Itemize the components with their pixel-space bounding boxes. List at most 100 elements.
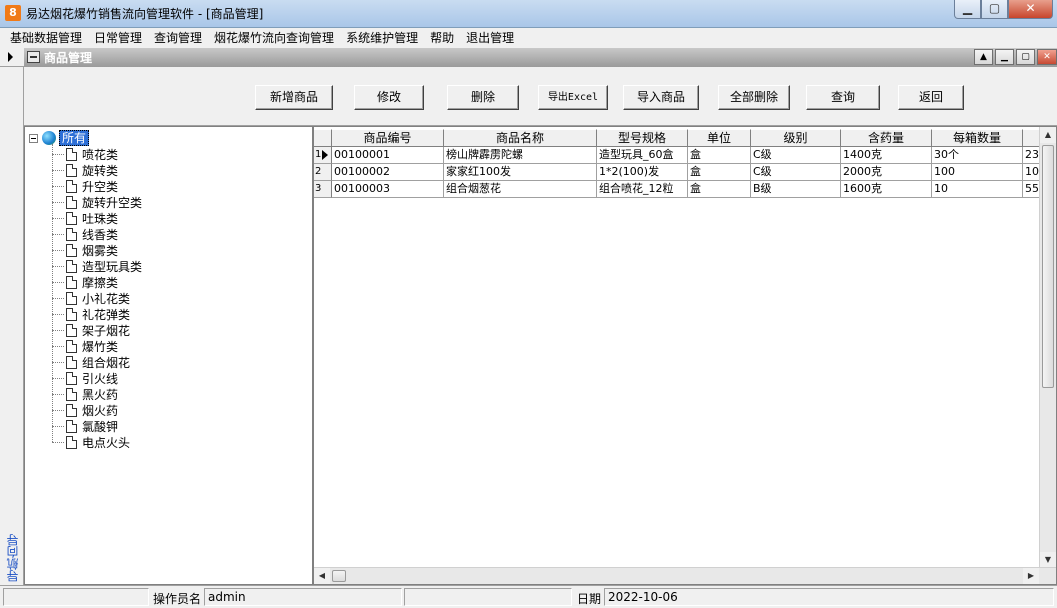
column-header[interactable]: 型号规格 xyxy=(597,129,688,147)
table-row[interactable]: 2 00100002 家家红100发 1*2(100)发 盒 C级 2000克 … xyxy=(314,164,1041,181)
column-header[interactable]: 商品编号 xyxy=(332,129,444,147)
tree-root[interactable]: 所有 xyxy=(29,130,90,146)
category-tree[interactable]: 所有 喷花类 旋转类 升空类 旋转升空类 吐珠类 线香类 烟雾类 造型玩具类 摩… xyxy=(24,126,313,585)
row-indicator[interactable]: 1 xyxy=(314,147,332,164)
vertical-scroll-thumb[interactable] xyxy=(1042,145,1054,388)
menu-system[interactable]: 系统维护管理 xyxy=(340,28,424,48)
tree-item[interactable]: 烟雾类 xyxy=(52,242,118,258)
cell-unit[interactable]: 盒 xyxy=(688,164,751,181)
cell-per-box[interactable]: 30个 xyxy=(932,147,1023,164)
document-icon xyxy=(66,435,77,449)
horizontal-scroll-thumb[interactable] xyxy=(332,570,346,582)
close-button[interactable]: ✕ xyxy=(1008,0,1053,19)
tree-item[interactable]: 线香类 xyxy=(52,226,118,242)
cell-per-box[interactable]: 10 xyxy=(932,181,1023,198)
row-indicator[interactable]: 3 xyxy=(314,181,332,198)
column-header[interactable]: 单位 xyxy=(688,129,751,147)
minimize-button[interactable]: ▁ xyxy=(954,0,981,19)
tree-root-label[interactable]: 所有 xyxy=(59,130,90,146)
tree-item[interactable]: 旋转类 xyxy=(52,162,118,178)
expand-arrow-icon[interactable] xyxy=(8,52,13,62)
tree-item[interactable]: 引火线 xyxy=(52,370,118,386)
document-icon xyxy=(66,275,77,289)
cell-powder[interactable]: 1600克 xyxy=(841,181,932,198)
cell-name[interactable]: 家家红100发 xyxy=(444,164,597,181)
window-titlebar[interactable]: 8 易达烟花爆竹销售流向管理软件 - [商品管理] ▁ ▢ ✕ xyxy=(0,0,1057,28)
tree-item[interactable]: 组合烟花 xyxy=(52,354,130,370)
vertical-scrollbar[interactable]: ▲ ▼ xyxy=(1039,127,1056,568)
cell-code[interactable]: 00100003 xyxy=(332,181,444,198)
menu-query[interactable]: 查询管理 xyxy=(148,28,208,48)
tree-item[interactable]: 吐珠类 xyxy=(52,210,118,226)
menu-exit[interactable]: 退出管理 xyxy=(460,28,520,48)
cell-powder[interactable]: 1400克 xyxy=(841,147,932,164)
cell-unit[interactable]: 盒 xyxy=(688,147,751,164)
window-menu-icon[interactable] xyxy=(27,51,40,63)
tree-item[interactable]: 烟火药 xyxy=(52,402,118,418)
operator-label: 操作员名 xyxy=(153,592,202,606)
horizontal-scrollbar[interactable]: ◀ ▶ xyxy=(314,567,1056,584)
tree-item[interactable]: 升空类 xyxy=(52,178,118,194)
cell-name[interactable]: 组合烟葱花 xyxy=(444,181,597,198)
tree-item[interactable]: 电点火头 xyxy=(52,434,130,450)
cell-per-box[interactable]: 100 xyxy=(932,164,1023,181)
date-label: 日期 xyxy=(577,592,602,606)
menu-daily[interactable]: 日常管理 xyxy=(88,28,148,48)
tree-item[interactable]: 氯酸钾 xyxy=(52,418,118,434)
import-products-button[interactable]: 导入商品 xyxy=(623,85,699,110)
cell-unit[interactable]: 盒 xyxy=(688,181,751,198)
table-row[interactable]: 3 00100003 组合烟葱花 组合喷花_12粒 盒 B级 1600克 10 … xyxy=(314,181,1041,198)
delete-button[interactable]: 删除 xyxy=(447,85,519,110)
tree-item[interactable]: 黑火药 xyxy=(52,386,118,402)
cell-spec[interactable]: 组合喷花_12粒 xyxy=(597,181,688,198)
scroll-right-button[interactable]: ▶ xyxy=(1023,568,1039,584)
scroll-down-button[interactable]: ▼ xyxy=(1040,552,1056,568)
cell-powder[interactable]: 2000克 xyxy=(841,164,932,181)
delete-all-button[interactable]: 全部删除 xyxy=(718,85,790,110)
column-header[interactable]: 含药量 xyxy=(841,129,932,147)
cell-code[interactable]: 00100002 xyxy=(332,164,444,181)
date-value: 2022-10-06 xyxy=(604,588,1054,606)
document-icon xyxy=(66,323,77,337)
column-header[interactable]: 商品名称 xyxy=(444,129,597,147)
child-maximize-button[interactable]: ▢ xyxy=(1016,49,1035,65)
maximize-button[interactable]: ▢ xyxy=(981,0,1008,19)
current-row-arrow-icon xyxy=(322,150,328,160)
tree-item[interactable]: 摩擦类 xyxy=(52,274,118,290)
add-product-button[interactable]: 新增商品 xyxy=(255,85,333,110)
tree-item[interactable]: 造型玩具类 xyxy=(52,258,142,274)
tree-item[interactable]: 爆竹类 xyxy=(52,338,118,354)
table-row[interactable]: 1 00100001 榜山牌霹雳陀螺 造型玩具_60盒 盒 C级 1400克 3… xyxy=(314,147,1041,164)
cell-spec[interactable]: 1*2(100)发 xyxy=(597,164,688,181)
back-button[interactable]: 返回 xyxy=(898,85,964,110)
cell-spec[interactable]: 造型玩具_60盒 xyxy=(597,147,688,164)
collapse-icon[interactable] xyxy=(29,133,38,143)
tree-item[interactable]: 礼花弹类 xyxy=(52,306,130,322)
tree-item[interactable]: 小礼花类 xyxy=(52,290,130,306)
export-excel-button[interactable]: 导出Excel xyxy=(538,85,608,110)
menu-help[interactable]: 帮助 xyxy=(424,28,460,48)
child-up-button[interactable]: ▲ xyxy=(974,49,993,65)
nav-wizard-tab[interactable]: 导航向导 xyxy=(4,534,21,582)
row-indicator[interactable]: 2 xyxy=(314,164,332,181)
cell-name[interactable]: 榜山牌霹雳陀螺 xyxy=(444,147,597,164)
scroll-left-button[interactable]: ◀ xyxy=(314,568,330,584)
menu-flow-query[interactable]: 烟花爆竹流向查询管理 xyxy=(208,28,340,48)
tree-item[interactable]: 喷花类 xyxy=(52,146,118,162)
cell-grade[interactable]: C级 xyxy=(751,164,841,181)
cell-grade[interactable]: B级 xyxy=(751,181,841,198)
menu-basic-data[interactable]: 基础数据管理 xyxy=(4,28,88,48)
cell-grade[interactable]: C级 xyxy=(751,147,841,164)
scroll-up-button[interactable]: ▲ xyxy=(1040,127,1056,143)
child-window-caption[interactable]: 商品管理 ▲ ▁ ▢ ✕ xyxy=(24,48,1057,67)
child-close-button[interactable]: ✕ xyxy=(1037,49,1057,65)
product-grid[interactable]: 商品编号 商品名称 型号规格 单位 级别 含药量 每箱数量 1 00100001… xyxy=(313,126,1057,585)
edit-button[interactable]: 修改 xyxy=(354,85,424,110)
tree-item[interactable]: 架子烟花 xyxy=(52,322,130,338)
query-button[interactable]: 查询 xyxy=(806,85,880,110)
tree-item[interactable]: 旋转升空类 xyxy=(52,194,142,210)
column-header[interactable]: 每箱数量 xyxy=(932,129,1023,147)
column-header[interactable]: 级别 xyxy=(751,129,841,147)
child-minimize-button[interactable]: ▁ xyxy=(995,49,1014,65)
cell-code[interactable]: 00100001 xyxy=(332,147,444,164)
